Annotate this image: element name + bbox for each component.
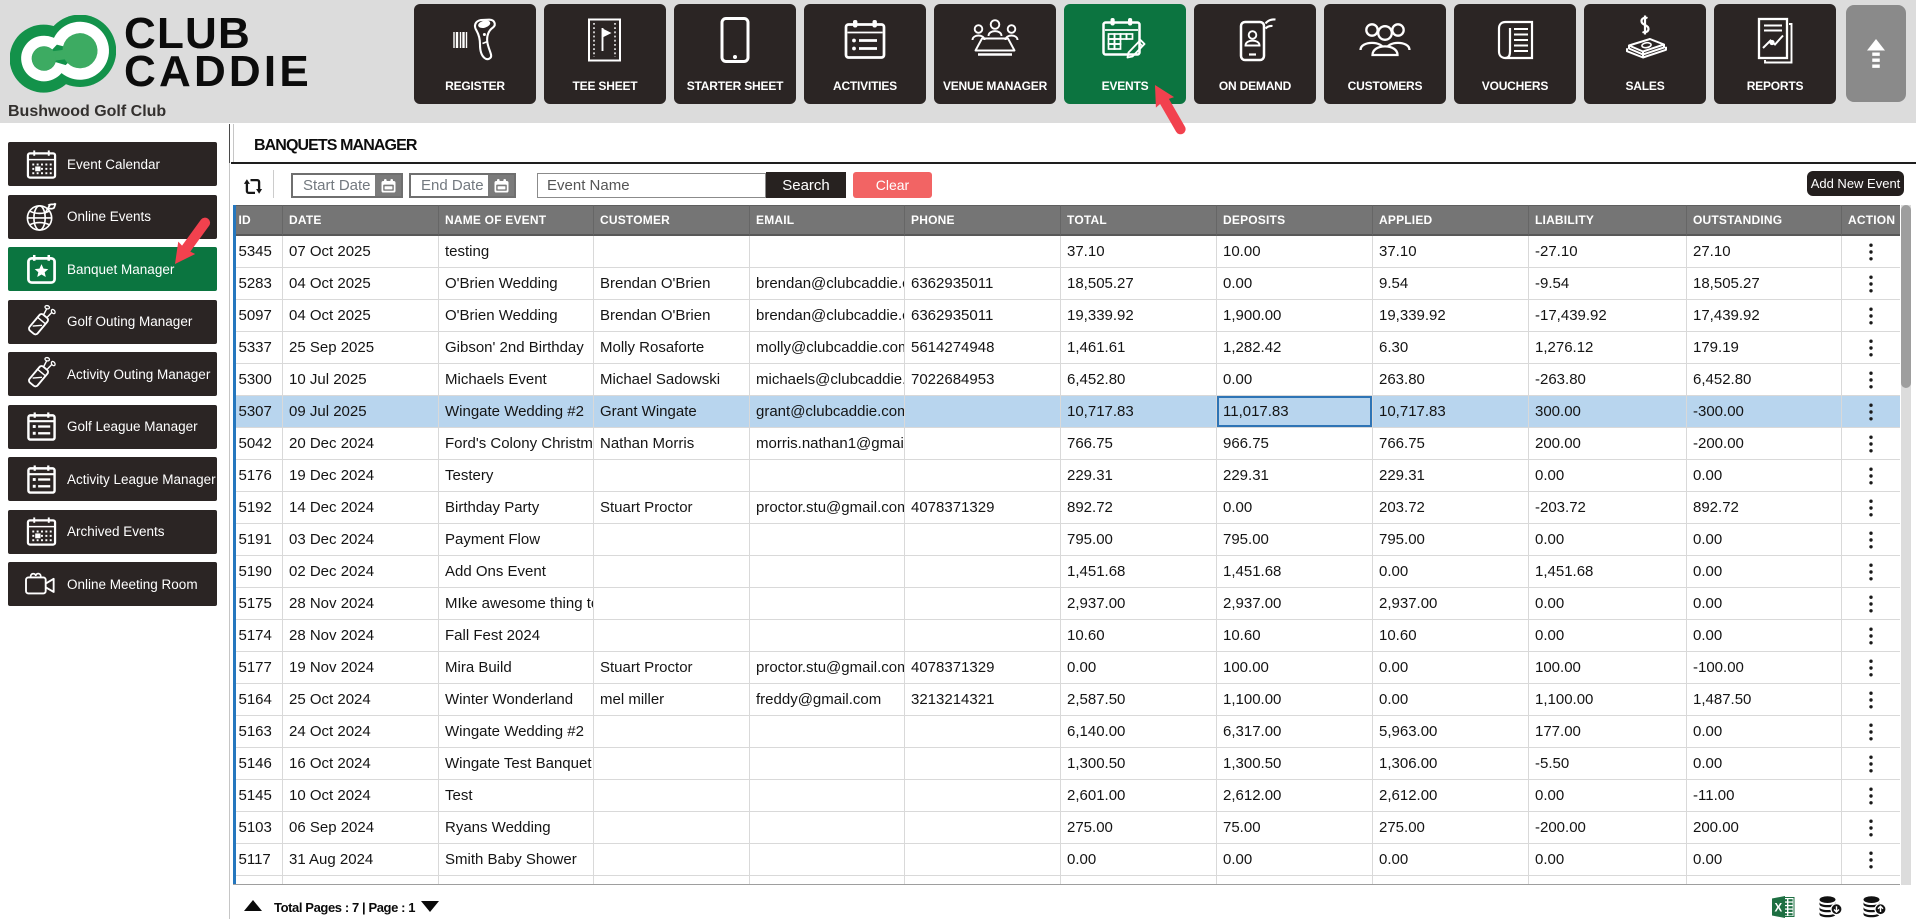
svg-text:X: X (1774, 903, 1782, 915)
